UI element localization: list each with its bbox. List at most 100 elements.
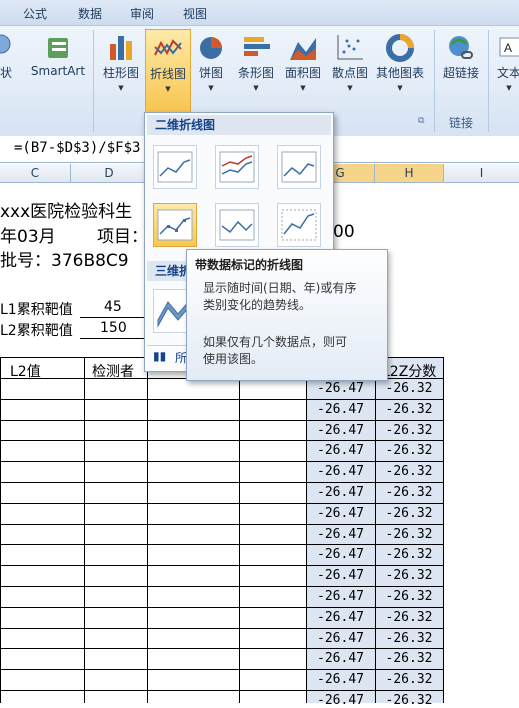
cell-h-value[interactable]: -26.32	[375, 631, 443, 646]
cell-h-value[interactable]: -26.32	[375, 506, 443, 521]
cell-h-value[interactable]: -26.32	[375, 651, 443, 666]
l1-target-label: L1累积靶值	[0, 302, 73, 318]
cell-g-value[interactable]: -26.47	[306, 402, 375, 417]
cell-g-value[interactable]: -26.47	[306, 485, 375, 500]
area-chart-button[interactable]: 面积图 ▼	[280, 32, 326, 120]
cell-g-value[interactable]: -26.47	[306, 589, 375, 604]
links-group-label: 链接	[448, 116, 473, 130]
tab-data[interactable]: 数据	[78, 5, 102, 22]
cell-g-value[interactable]: -26.47	[306, 651, 375, 666]
area-chart-icon	[290, 38, 316, 60]
cell-h-value[interactable]: -26.32	[375, 485, 443, 500]
cell-h-value[interactable]: -26.32	[375, 443, 443, 458]
tab-formulas[interactable]: 公式	[23, 5, 47, 22]
scatter-chart-icon	[337, 35, 363, 60]
percent-stacked-line-option[interactable]	[277, 145, 321, 189]
svg-text:A: A	[504, 41, 512, 55]
cell-g-value[interactable]: -26.47	[306, 547, 375, 562]
cell-h-value[interactable]: -26.32	[375, 527, 443, 542]
chevron-down-icon: ▼	[300, 84, 306, 92]
l2-target-value: 150	[100, 320, 127, 336]
line-chart-icon	[154, 39, 182, 56]
grid-line	[0, 544, 444, 545]
hyperlink-button[interactable]: 超链接	[438, 32, 484, 120]
chart-types-icon: ▮▮	[153, 349, 167, 363]
grid-line	[0, 586, 444, 587]
bar-chart-button[interactable]: 条形图 ▼	[233, 32, 279, 120]
chevron-down-icon: ▼	[397, 84, 403, 92]
column-header-h[interactable]: H	[375, 164, 444, 182]
tooltip-line-2: 类别变化的趋势线。	[203, 298, 312, 312]
pie-chart-button[interactable]: 饼图 ▼	[192, 32, 230, 120]
line-chart-option[interactable]	[153, 145, 197, 189]
chevron-down-icon: ▼	[506, 84, 512, 92]
tooltip-title: 带数据标记的折线图	[195, 258, 304, 272]
line-chart-button[interactable]: 折线图 ▼	[145, 29, 191, 121]
stacked-markers-thumb-icon	[219, 209, 255, 241]
cell-g-value[interactable]: -26.47	[306, 423, 375, 438]
cell-g-value[interactable]: -26.47	[306, 610, 375, 625]
other-charts-icon	[386, 34, 414, 62]
pie-chart-icon	[200, 37, 222, 59]
cell-h-value[interactable]: -26.32	[375, 693, 443, 708]
column-header-c[interactable]: C	[0, 164, 71, 182]
cell-h-value[interactable]: -26.32	[375, 423, 443, 438]
grid-line	[147, 357, 148, 703]
line-with-markers-option[interactable]	[153, 203, 197, 247]
grid-line	[0, 565, 444, 566]
percent-line-thumb-icon	[281, 151, 317, 183]
cell-h-value[interactable]: -26.32	[375, 672, 443, 687]
grid-line	[0, 357, 1, 703]
cell-g-value[interactable]: -26.47	[306, 693, 375, 708]
shapes-icon	[0, 34, 11, 54]
chevron-down-icon: ▼	[118, 84, 124, 92]
column-chart-button[interactable]: 柱形图 ▼	[98, 32, 144, 120]
cell-g-value[interactable]: -26.47	[306, 568, 375, 583]
cell-h-value[interactable]: -26.32	[375, 402, 443, 417]
cell-h-value[interactable]: -26.32	[375, 568, 443, 583]
text-icon: A	[499, 37, 519, 57]
dialog-launcher-icon[interactable]: ⧉	[418, 116, 424, 126]
cell-g-value[interactable]: -26.47	[306, 506, 375, 521]
tooltip-line-4: 使用该图。	[203, 352, 264, 366]
cell-h-value[interactable]: -26.32	[375, 381, 443, 396]
ribbon-tab-strip: 公式 数据 审阅 视图	[0, 0, 519, 25]
grid-line	[0, 482, 444, 483]
cell-g-value[interactable]: -26.47	[306, 381, 375, 396]
cell-h-value[interactable]: -26.32	[375, 464, 443, 479]
cell-h-value[interactable]: -26.32	[375, 547, 443, 562]
other-charts-button[interactable]: 其他图表 ▼	[372, 32, 428, 120]
text-button[interactable]: A 文本 ▼	[492, 32, 519, 120]
month-label: 年03月	[0, 227, 56, 247]
scatter-chart-button[interactable]: 散点图 ▼	[327, 32, 373, 120]
batch-label: 批号：376B8C9	[0, 251, 129, 271]
tab-view[interactable]: 视图	[183, 5, 207, 22]
cell-g-value[interactable]: -26.47	[306, 527, 375, 542]
column-header-d[interactable]: D	[71, 164, 148, 182]
tab-review[interactable]: 审阅	[130, 5, 154, 22]
chart-type-tooltip: 带数据标记的折线图 显示随时间(日期、年)或有序 类别变化的趋势线。 如果仅有几…	[186, 249, 388, 381]
bar-chart-icon	[244, 37, 270, 56]
stacked-line-option[interactable]	[215, 145, 259, 189]
percent-line-markers-option[interactable]	[277, 203, 321, 247]
value-00: 00	[333, 222, 355, 242]
cell-h-value[interactable]: -26.32	[375, 589, 443, 604]
grid-line	[0, 440, 444, 441]
column-chart-icon	[110, 36, 132, 60]
stacked-line-markers-option[interactable]	[215, 203, 259, 247]
l1-target-value: 45	[104, 299, 122, 315]
cell-g-value[interactable]: -26.47	[306, 672, 375, 687]
grid-line	[0, 420, 444, 421]
shapes-button[interactable]: 状	[0, 32, 18, 120]
smartart-button[interactable]: SmartArt	[26, 32, 90, 120]
cell-h-value[interactable]: -26.32	[375, 610, 443, 625]
grid-line	[84, 357, 85, 703]
chevron-down-icon: ▼	[208, 84, 214, 92]
formula-input[interactable]: =(B7-$D$3)/$F$3	[14, 140, 140, 156]
grid-line	[0, 524, 444, 525]
cell-g-value[interactable]: -26.47	[306, 631, 375, 646]
cell-g-value[interactable]: -26.47	[306, 443, 375, 458]
column-header-i[interactable]: I	[444, 164, 519, 182]
chevron-down-icon: ▼	[347, 84, 353, 92]
cell-g-value[interactable]: -26.47	[306, 464, 375, 479]
